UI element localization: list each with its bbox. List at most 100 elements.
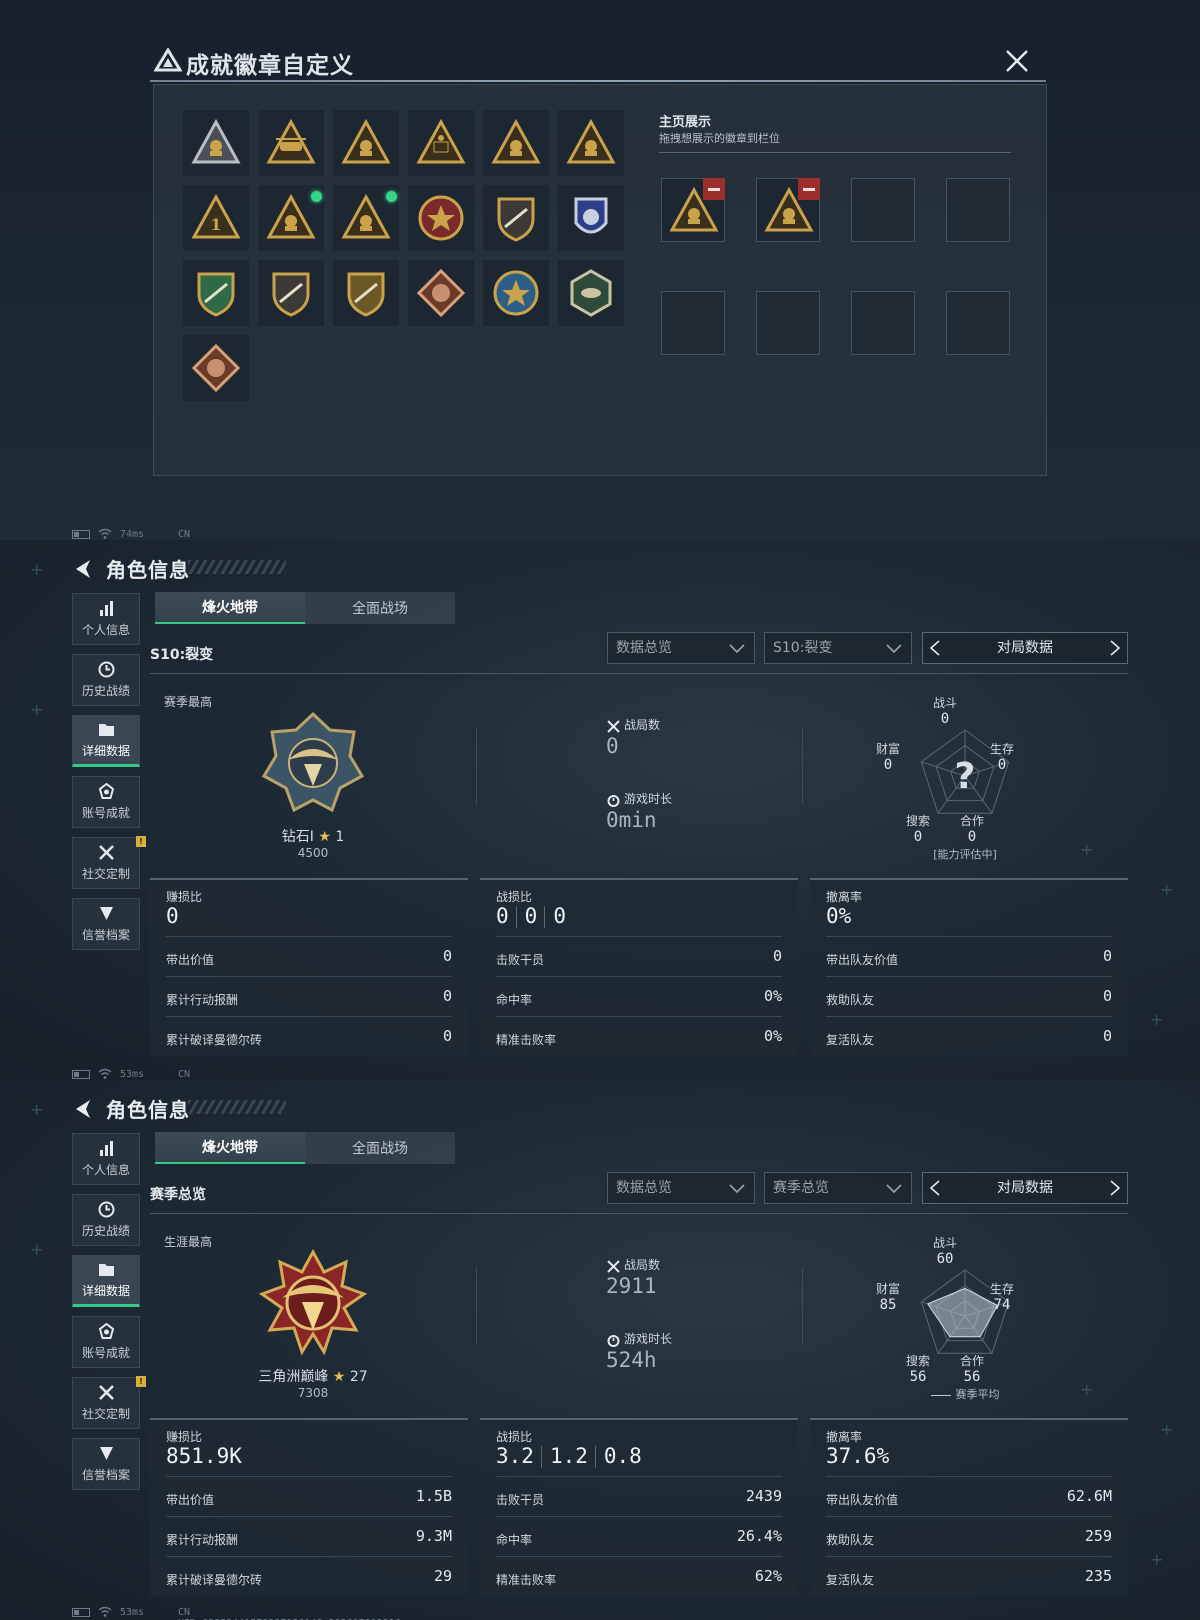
badge-item[interactable] — [183, 110, 249, 176]
badge-item[interactable] — [333, 110, 399, 176]
kd-ratio-value: 0.8 — [603, 1444, 642, 1468]
rank-emblem-icon — [258, 708, 368, 818]
season-title: 赛季总览 — [150, 1187, 206, 1203]
stat-panel-1: 战损比 3.2 1.2 0.8 击败干员 2439 命中率 26.4% 精准击败率 62% — [480, 1418, 798, 1596]
stat-row: 累计破译曼德尔砖 0 — [166, 1016, 452, 1056]
wifi-icon — [98, 1068, 112, 1079]
sidebar-item-2[interactable]: 详细数据 — [72, 715, 140, 767]
radar-label-survival: 生存 — [989, 1282, 1014, 1296]
chevron-down-icon — [729, 644, 745, 654]
badge-item[interactable] — [483, 185, 549, 251]
sidebar-item-3[interactable]: 账号成就 — [72, 1316, 140, 1368]
warning-badge: ! — [136, 836, 146, 847]
badge-item[interactable] — [408, 185, 474, 251]
badge-customization-screen: 成就徽章自定义 主页展示 拖拽想展示的徽章到栏位 1 — [0, 0, 1200, 540]
sidebar-item-5[interactable]: 信誉档案 — [72, 898, 140, 950]
showcase-slot[interactable] — [661, 291, 725, 355]
helmet-triangle-icon — [566, 118, 616, 164]
sidebar-item-label: 账号成就 — [81, 806, 130, 820]
stat-row-value: 0% — [763, 1027, 782, 1045]
data-type-select[interactable]: 数据总览 — [607, 632, 755, 664]
data-type-select[interactable]: 数据总览 — [607, 1172, 755, 1204]
sidebar-item-0[interactable]: 个人信息 — [72, 593, 140, 645]
badge-item[interactable] — [333, 185, 399, 251]
sidebar-item-label: 信誉档案 — [81, 1468, 130, 1482]
tab-0[interactable]: 烽火地带 — [155, 592, 305, 624]
sidebar-item-1[interactable]: 历史战绩 — [72, 1194, 140, 1246]
badge-item[interactable] — [333, 260, 399, 326]
wifi-icon — [98, 1606, 112, 1617]
folder-icon — [98, 724, 114, 736]
badge-item[interactable] — [408, 110, 474, 176]
badge-item[interactable] — [558, 110, 624, 176]
showcase-slot[interactable] — [851, 178, 915, 242]
tab-1[interactable]: 全面战场 — [305, 592, 455, 624]
badge-item[interactable] — [183, 260, 249, 326]
ratio-separator — [540, 1446, 542, 1468]
sidebar-item-label: 详细数据 — [81, 1284, 130, 1298]
play-time-label: 游戏时长 — [624, 1332, 673, 1346]
header-stripes — [188, 1100, 286, 1114]
showcase-slot[interactable] — [756, 178, 820, 242]
showcase-slot[interactable] — [661, 178, 725, 242]
sidebar-item-4[interactable]: 社交定制! — [72, 836, 146, 889]
stat-row-label: 击败干员 — [496, 953, 545, 967]
badge-item[interactable] — [483, 260, 549, 326]
chevron-left-icon[interactable] — [929, 1180, 941, 1196]
chevron-left-icon[interactable] — [929, 640, 941, 656]
star-round-badge-icon — [418, 195, 464, 241]
new-indicator-dot — [311, 191, 322, 202]
sidebar-item-3[interactable]: 账号成就 — [72, 776, 140, 828]
badge-item[interactable] — [483, 110, 549, 176]
chevron-right-icon[interactable] — [1109, 640, 1121, 656]
badge-item[interactable] — [258, 185, 324, 251]
sidebar-item-1[interactable]: 历史战绩 — [72, 654, 140, 706]
badge-item[interactable] — [408, 260, 474, 326]
chevron-right-icon[interactable] — [1109, 1180, 1121, 1196]
stat-panel-2: 撤离率 37.6% 带出队友价值 62.6M 救助队友 259 复活队友 235 — [810, 1418, 1128, 1596]
stat-panel-0: 赚损比 0 带出价值 0 累计行动报酬 0 累计破译曼德尔砖 0 — [150, 878, 468, 1056]
badge-item[interactable] — [558, 260, 624, 326]
season-select[interactable]: 赛季总览 — [764, 1172, 912, 1204]
tab-0[interactable]: 烽火地带 — [155, 1132, 305, 1164]
badge-item[interactable]: 1 — [183, 185, 249, 251]
hands-triangle-icon — [266, 193, 316, 239]
showcase-slot[interactable] — [946, 291, 1010, 355]
best-rank-label: 生涯最高 — [164, 1235, 213, 1249]
best-rank-label: 赛季最高 — [164, 695, 213, 709]
sidebar-item-label: 账号成就 — [81, 1346, 130, 1360]
column-divider — [476, 1268, 477, 1344]
sidebar-item-5[interactable]: 信誉档案 — [72, 1438, 140, 1490]
star-icon: ★ — [313, 829, 336, 845]
sidebar-item-2[interactable]: 详细数据 — [72, 1255, 140, 1307]
radar-label-search: 搜索 — [905, 1354, 930, 1368]
radar-label-teamwork: 合作 — [959, 814, 984, 828]
panel-main-value: 0% — [826, 904, 852, 928]
badge-item[interactable] — [258, 110, 324, 176]
back-button[interactable] — [72, 1098, 94, 1120]
tab-1[interactable]: 全面战场 — [305, 1132, 455, 1164]
badge-item[interactable] — [558, 185, 624, 251]
badge-item[interactable] — [183, 335, 249, 401]
badge-item[interactable] — [258, 260, 324, 326]
remove-badge-button[interactable] — [798, 178, 820, 200]
back-button[interactable] — [72, 558, 94, 580]
modal-divider — [150, 80, 1046, 82]
decorative-cross: + — [30, 560, 44, 579]
season-select[interactable]: S10:裂变 — [764, 632, 912, 664]
stat-row: 带出价值 1.5B — [166, 1476, 452, 1516]
stat-row-label: 命中率 — [496, 1533, 533, 1547]
rank-info: 三角洲巅峰 ★ 27 — [200, 1366, 426, 1386]
showcase-slot[interactable] — [946, 178, 1010, 242]
stat-panel-1: 战损比 0 0 0 击败干员 0 命中率 0% 精准击败率 0% — [480, 878, 798, 1056]
remove-badge-button[interactable] — [703, 178, 725, 200]
shield-badge-icon — [99, 1447, 113, 1460]
showcase-slot[interactable] — [756, 291, 820, 355]
close-icon[interactable] — [1004, 48, 1030, 74]
showcase-slot[interactable] — [851, 291, 915, 355]
ratio-separator — [594, 1446, 596, 1468]
battery-icon — [72, 1070, 90, 1079]
sidebar-item-0[interactable]: 个人信息 — [72, 1133, 140, 1185]
sidebar-item-4[interactable]: 社交定制! — [72, 1376, 146, 1429]
rank-score: 7308 — [297, 1386, 329, 1400]
